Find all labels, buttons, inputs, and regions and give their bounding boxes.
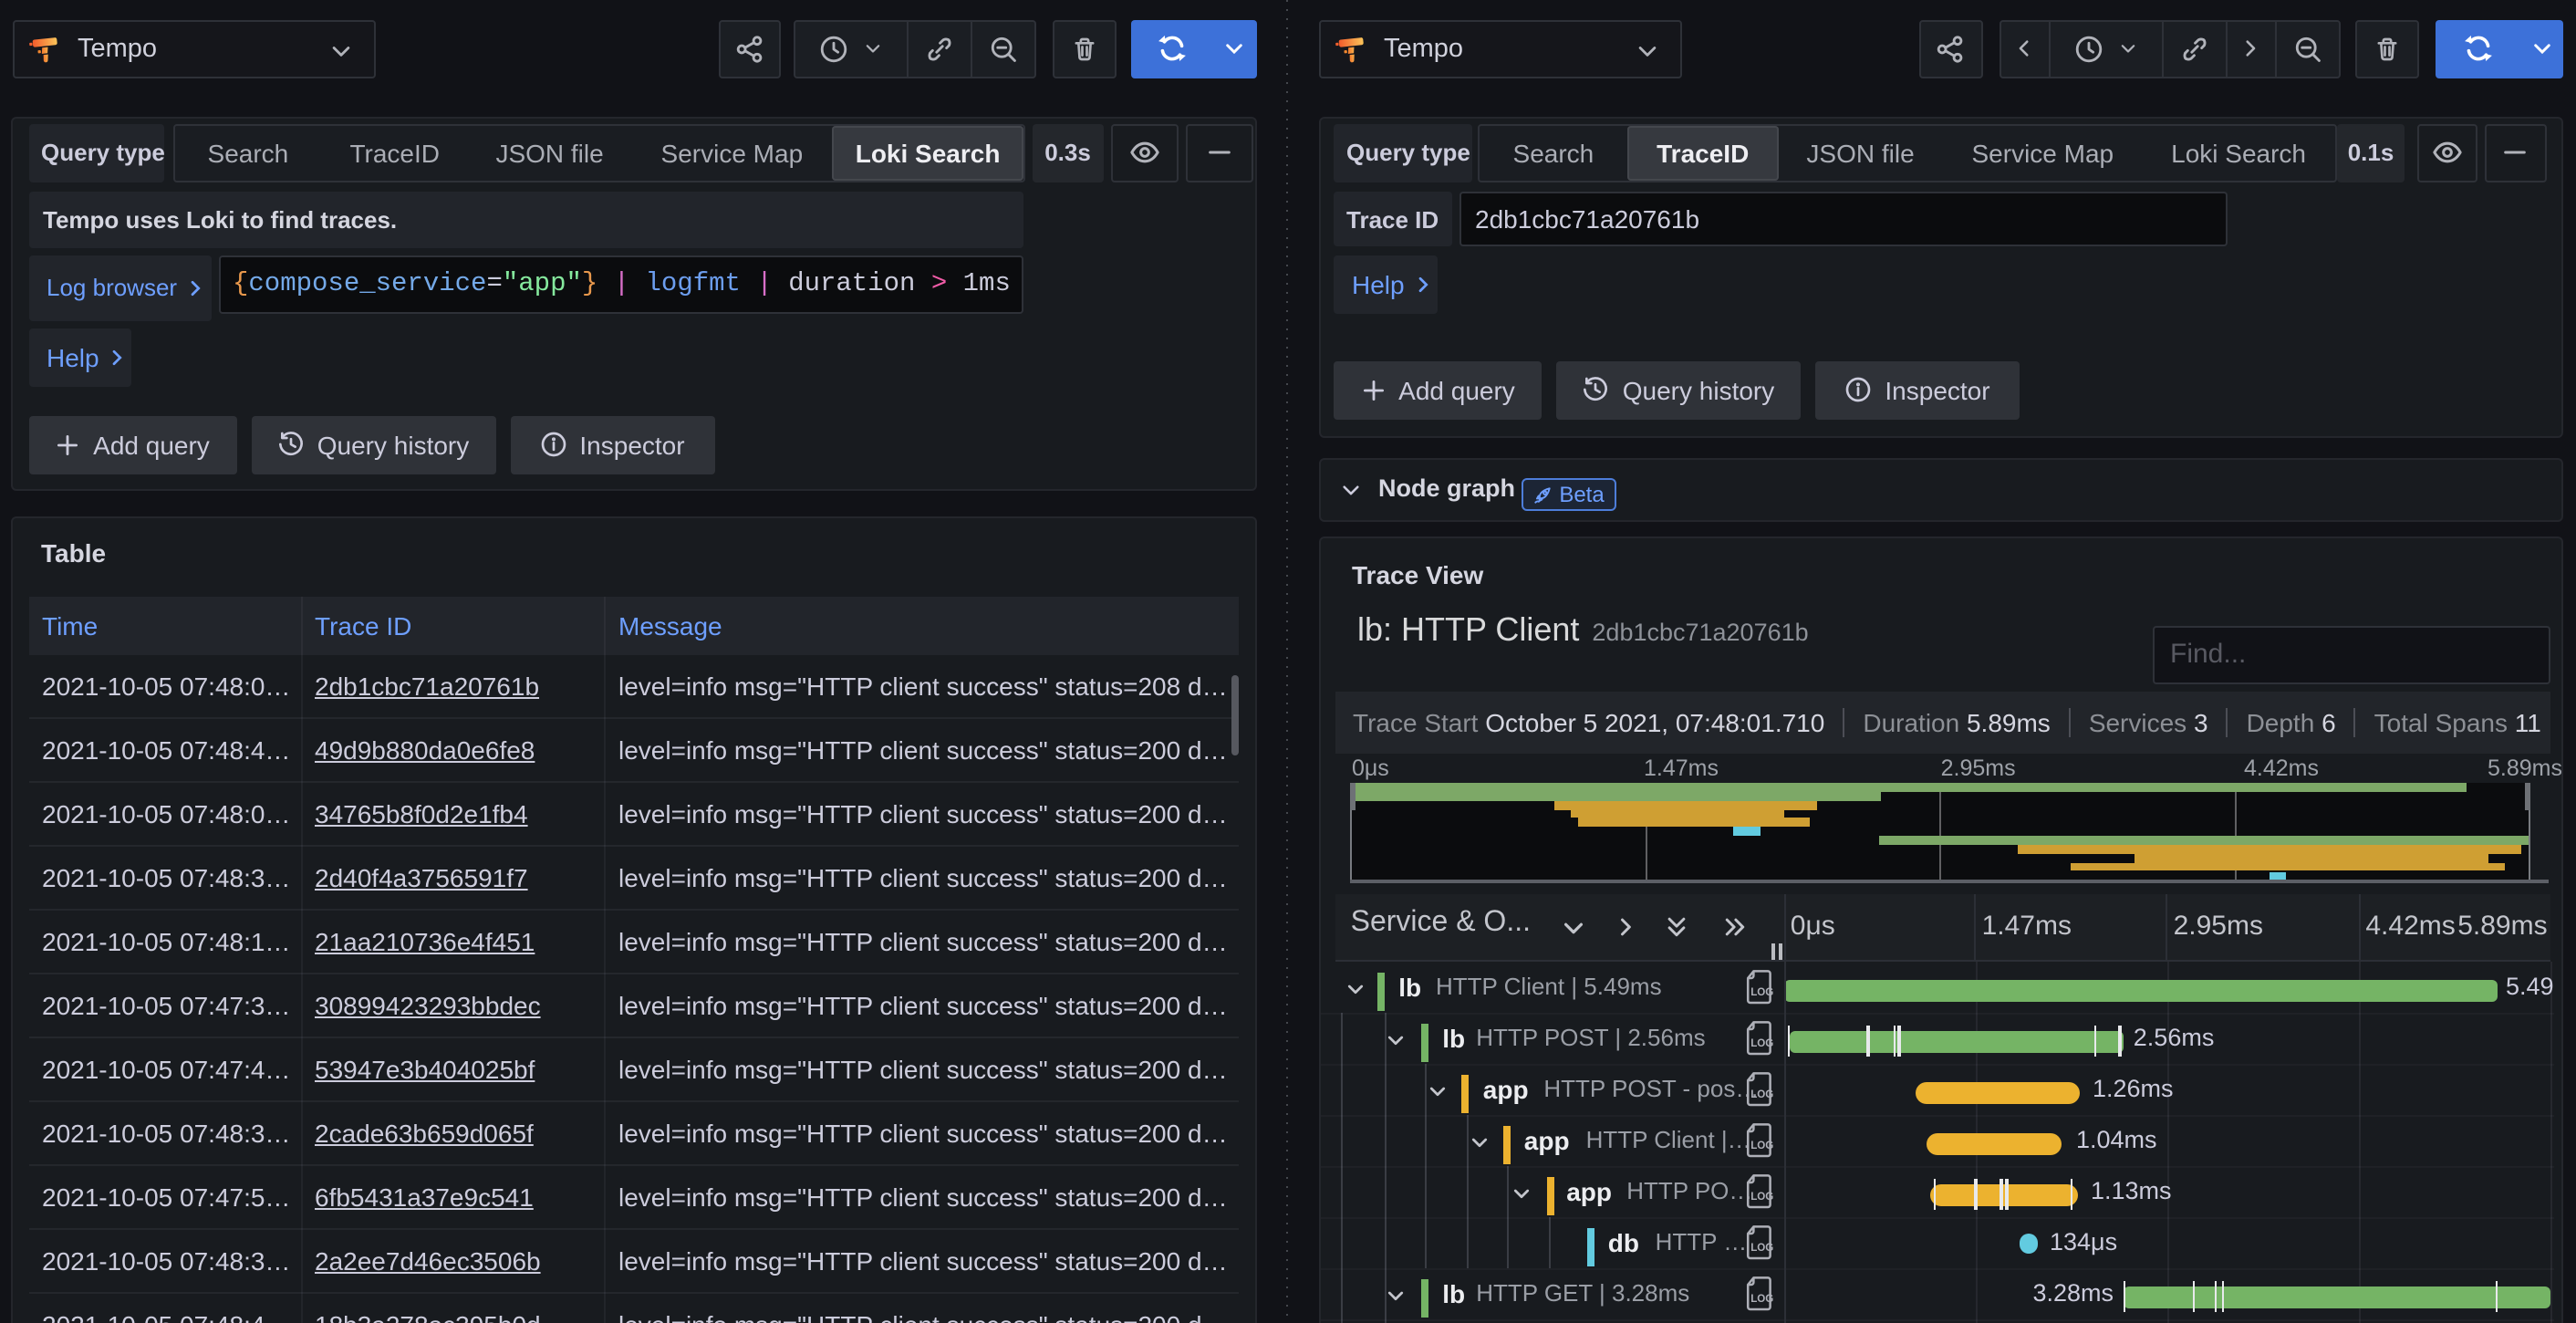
svg-text:LOG: LOG bbox=[1751, 1141, 1774, 1152]
svg-text:LOG: LOG bbox=[1751, 1243, 1774, 1255]
svg-text:LOG: LOG bbox=[1751, 1089, 1774, 1101]
svg-text:LOG: LOG bbox=[1751, 987, 1774, 999]
svg-text:LOG: LOG bbox=[1751, 1038, 1774, 1050]
svg-text:LOG: LOG bbox=[1751, 1192, 1774, 1203]
svg-text:LOG: LOG bbox=[1751, 1294, 1774, 1306]
